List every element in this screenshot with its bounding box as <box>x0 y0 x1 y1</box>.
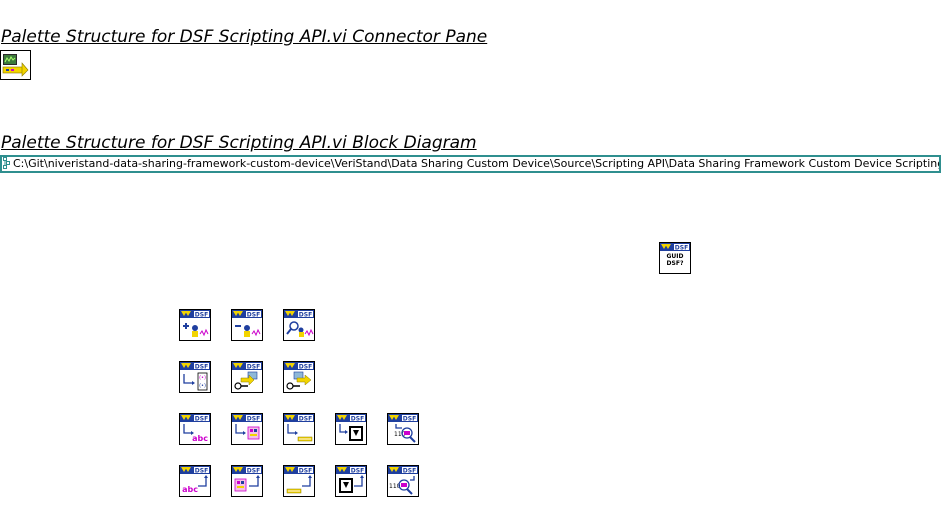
get-channel-path-icon[interactable]: DSF (•) (•) <box>179 361 211 393</box>
svg-text:abc: abc <box>192 434 208 443</box>
set-boolean-icon[interactable]: DSF <box>335 465 367 497</box>
svg-text:DSF: DSF <box>351 415 364 422</box>
get-string-icon[interactable]: DSF abc <box>179 413 211 445</box>
get-boolean-icon[interactable]: DSF <box>335 413 367 445</box>
svg-text:DSF: DSF <box>403 467 416 474</box>
svg-text:DSF: DSF <box>299 415 312 422</box>
svg-text:DSF: DSF <box>195 311 208 318</box>
set-cluster-icon[interactable]: DSF <box>231 465 263 497</box>
get-path-icon[interactable]: DSF 110 <box>387 413 419 445</box>
svg-text:DSF: DSF <box>675 244 688 251</box>
path-icon <box>3 157 10 169</box>
svg-text:DSF: DSF <box>195 363 208 370</box>
svg-text:DSF: DSF <box>247 467 260 474</box>
dsf-label: DSF? <box>666 260 684 267</box>
svg-text:DSF: DSF <box>247 363 260 370</box>
svg-text:abc: abc <box>182 485 198 494</box>
block-diagram-title: Palette Structure for DSF Scripting API.… <box>1 133 477 153</box>
library-path-text: C:\Git\niveristand-data-sharing-framewor… <box>13 157 941 170</box>
set-numeric-icon[interactable]: DSF <box>283 465 315 497</box>
find-custom-device-icon[interactable]: DSF <box>283 309 315 341</box>
svg-text:DSF: DSF <box>195 415 208 422</box>
svg-text:DSF: DSF <box>247 415 260 422</box>
connector-pane-title: Palette Structure for DSF Scripting API.… <box>1 27 488 47</box>
set-string-icon[interactable]: DSF abc <box>179 465 211 497</box>
svg-text:DSF: DSF <box>351 467 364 474</box>
svg-text:DSF: DSF <box>299 363 312 370</box>
svg-text:(•): (•) <box>199 375 206 381</box>
svg-text:(•): (•) <box>199 383 206 389</box>
svg-text:DSF: DSF <box>403 415 416 422</box>
library-path-constant[interactable]: C:\Git\niveristand-data-sharing-framewor… <box>0 155 941 173</box>
configure-engine-icon[interactable]: DSF <box>231 361 263 393</box>
get-cluster-icon[interactable]: DSF <box>231 413 263 445</box>
svg-text:DSF: DSF <box>299 467 312 474</box>
get-numeric-icon[interactable]: DSF <box>283 413 315 445</box>
svg-text:DSF: DSF <box>195 467 208 474</box>
remove-custom-device-icon[interactable]: DSF <box>231 309 263 341</box>
guid-label: GUID <box>666 253 684 260</box>
set-path-icon[interactable]: DSF 110 <box>387 465 419 497</box>
svg-text:DSF: DSF <box>247 311 260 318</box>
set-engine-config-icon[interactable]: DSF <box>283 361 315 393</box>
add-custom-device-icon[interactable]: DSF <box>179 309 211 341</box>
svg-text:DSF: DSF <box>299 311 312 318</box>
guid-dsf-icon[interactable]: DSF GUID DSF? <box>659 242 691 274</box>
palette-vi-icon[interactable] <box>0 50 31 80</box>
